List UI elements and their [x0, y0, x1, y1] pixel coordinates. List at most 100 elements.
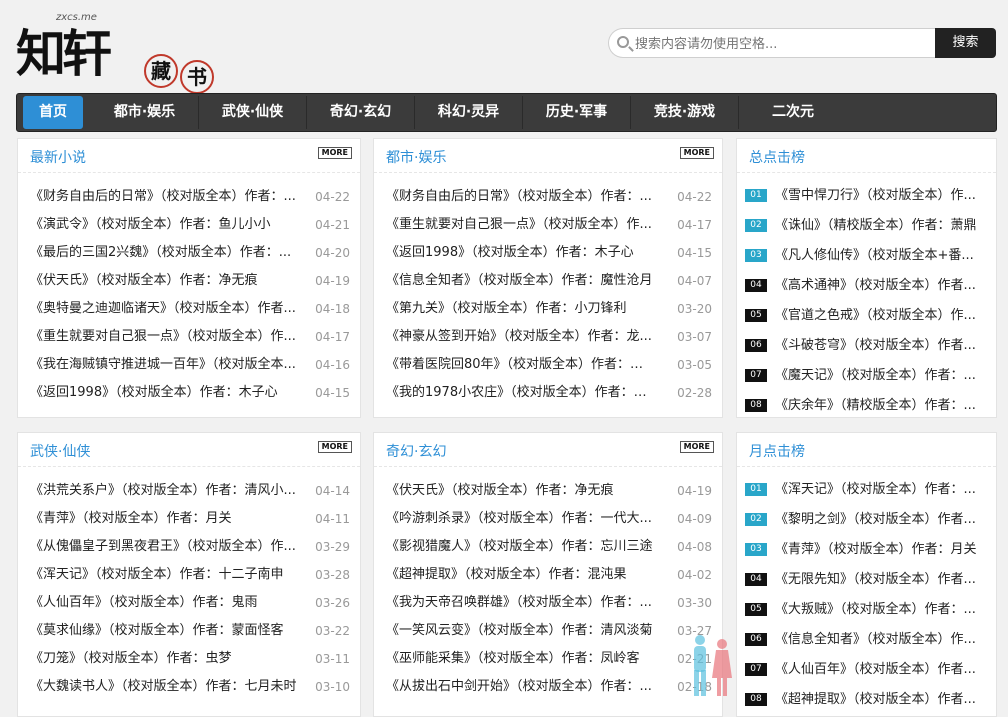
update-date: 04-02 — [677, 568, 712, 582]
book-link[interactable]: 《魔天记》（校对版全本）作者：... — [775, 361, 1003, 391]
list-item: 《巫师能采集》（校对版全本）作者：凤岭客02-21 — [386, 645, 712, 673]
rank-number-badge: 06 — [745, 633, 767, 646]
panel-title[interactable]: 最新小说 — [30, 147, 86, 167]
book-link[interactable]: 《人仙百年》（校对版全本）作者... — [775, 655, 1003, 685]
update-date: 04-21 — [315, 218, 350, 232]
book-link[interactable]: 《返回1998》（校对版全本）作者：木子心 — [386, 239, 656, 267]
list-item: 《我为天帝召唤群雄》（校对版全本）作者：... 03-30 — [386, 589, 712, 617]
book-link[interactable]: 《重生就要对自己狠一点》（校对版全本）作... — [30, 323, 300, 351]
rank-item: 07 《人仙百年》（校对版全本）作者... — [745, 655, 988, 685]
book-link[interactable]: 《刀笼》（校对版全本）作者：虫梦 — [30, 645, 300, 673]
book-list: 《洪荒关系户》（校对版全本）作者：清风小... 04-14 《青萍》（校对版全本）作… — [18, 467, 360, 701]
rank-number-badge: 06 — [745, 339, 767, 352]
update-date: 04-09 — [677, 512, 712, 526]
rank-number-badge: 05 — [745, 603, 767, 616]
book-link[interactable]: 《重生就要对自己狠一点》（校对版全本）作... — [386, 211, 656, 239]
search-bar: 搜索 — [608, 28, 996, 58]
rank-item: 06 《斗破苍穹》（校对版全本）作者... — [745, 331, 988, 361]
book-link[interactable]: 《我在海贼镇守推进城一百年》（校对版全本... — [30, 351, 300, 379]
book-link[interactable]: 《高术通神》（校对版全本）作者... — [775, 271, 1003, 301]
rank-item: 02 《诛仙》（精校版全本）作者：萧鼎 — [745, 211, 988, 241]
book-link[interactable]: 《神豪从签到开始》（校对版全本）作者：龙... — [386, 323, 656, 351]
book-link[interactable]: 《人仙百年》（校对版全本）作者：鬼雨 — [30, 589, 300, 617]
book-link[interactable]: 《信息全知者》（校对版全本）作者：魔性沧月 — [386, 267, 656, 295]
search-box — [608, 28, 936, 58]
book-link[interactable]: 《财务自由后的日常》（校对版全本）作者：... — [386, 183, 656, 211]
more-button[interactable]: MORE — [679, 147, 714, 159]
more-button[interactable]: MORE — [317, 441, 352, 453]
book-link[interactable]: 《浑天记》（校对版全本）作者：十二子南申 — [30, 561, 300, 589]
book-link[interactable]: 《最后的三国2兴魏》（校对版全本）作者：... — [30, 239, 300, 267]
update-date: 04-17 — [315, 330, 350, 344]
nav-item-home[interactable]: 首页 — [23, 96, 83, 129]
list-item: 《返回1998》（校对版全本）作者：木子心 04-15 — [30, 379, 350, 407]
book-link[interactable]: 《无限先知》（校对版全本）作者... — [775, 565, 1003, 595]
nav-item-scifi[interactable]: 科幻·灵异 — [415, 96, 523, 129]
rank-item: 04 《无限先知》（校对版全本）作者... — [745, 565, 988, 595]
book-link[interactable]: 《诛仙》（精校版全本）作者：萧鼎 — [775, 211, 1003, 241]
book-link[interactable]: 《从拔出石中剑开始》（校对版全本）作者：... — [386, 673, 656, 701]
logo-seal-1: 藏 — [144, 54, 178, 88]
book-link[interactable]: 《巫师能采集》（校对版全本）作者：凤岭客 — [386, 645, 656, 673]
book-link[interactable]: 《庆余年》（精校版全本）作者：... — [775, 391, 1003, 421]
book-link[interactable]: 《莫求仙缘》（校对版全本）作者：蒙面怪客 — [30, 617, 300, 645]
nav-item-wuxia[interactable]: 武侠·仙侠 — [199, 96, 307, 129]
book-link[interactable]: 《洪荒关系户》（校对版全本）作者：清风小... — [30, 477, 300, 505]
book-link[interactable]: 《一笑风云变》（校对版全本）作者：清风淡菊 — [386, 617, 656, 645]
panel-title[interactable]: 奇幻·玄幻 — [386, 441, 446, 461]
book-link[interactable]: 《我为天帝召唤群雄》（校对版全本）作者：... — [386, 589, 656, 617]
book-link[interactable]: 《大魏读书人》（校对版全本）作者：七月未时 — [30, 673, 300, 701]
book-link[interactable]: 《从傀儡皇子到黑夜君王》（校对版全本）作... — [30, 533, 300, 561]
list-item: 《最后的三国2兴魏》（校对版全本）作者：... 04-20 — [30, 239, 350, 267]
search-input[interactable] — [635, 34, 925, 54]
book-link[interactable]: 《青萍》（校对版全本）作者：月关 — [775, 535, 1003, 565]
book-link[interactable]: 《雪中悍刀行》（校对版全本）作... — [775, 181, 1003, 211]
book-link[interactable]: 《吟游刺杀录》（校对版全本）作者：一代大... — [386, 505, 656, 533]
book-link[interactable]: 《带着医院回80年》（校对版全本）作者：烤饺 — [386, 351, 656, 379]
book-link[interactable]: 《伏天氏》（校对版全本）作者：净无痕 — [386, 477, 656, 505]
book-link[interactable]: 《浑天记》（校对版全本）作者：... — [775, 475, 1003, 505]
panel-title[interactable]: 都市·娱乐 — [386, 147, 446, 167]
update-date: 03-20 — [677, 302, 712, 316]
book-link[interactable]: 《超神提取》（校对版全本）作者：混沌果 — [386, 561, 656, 589]
nav-item-games[interactable]: 竞技·游戏 — [631, 96, 739, 129]
list-item: 《大魏读书人》（校对版全本）作者：七月未时 03-10 — [30, 673, 350, 701]
list-item: 《第九关》（校对版全本）作者：小刀锋利 03-20 — [386, 295, 712, 323]
nav-item-history[interactable]: 历史·军事 — [523, 96, 631, 129]
rank-item: 01 《浑天记》（校对版全本）作者：... — [745, 475, 988, 505]
list-item: 《从拔出石中剑开始》（校对版全本）作者：...02-18 — [386, 673, 712, 701]
update-date: 03-07 — [677, 330, 712, 344]
more-button[interactable]: MORE — [679, 441, 714, 453]
nav-item-urban[interactable]: 都市·娱乐 — [91, 96, 199, 129]
rank-item: 05 《官道之色戒》（校对版全本）作... — [745, 301, 988, 331]
nav-item-fantasy[interactable]: 奇幻·玄幻 — [307, 96, 415, 129]
panel-title: 月点击榜 — [749, 444, 805, 460]
book-link[interactable]: 《第九关》（校对版全本）作者：小刀锋利 — [386, 295, 656, 323]
more-button[interactable]: MORE — [317, 147, 352, 159]
list-item: 《神豪从签到开始》（校对版全本）作者：龙... 03-07 — [386, 323, 712, 351]
update-date: 03-28 — [315, 568, 350, 582]
book-link[interactable]: 《超神提取》（校对版全本）作者... — [775, 685, 1003, 715]
nav-item-acg[interactable]: 二次元 — [739, 96, 847, 129]
book-link[interactable]: 《斗破苍穹》（校对版全本）作者... — [775, 331, 1003, 361]
book-link[interactable]: 《信息全知者》（校对版全本）作... — [775, 625, 1003, 655]
book-link[interactable]: 《返回1998》（校对版全本）作者：木子心 — [30, 379, 300, 407]
book-link[interactable]: 《演武令》（校对版全本）作者：鱼儿小小 — [30, 211, 300, 239]
book-link[interactable]: 《财务自由后的日常》（校对版全本）作者：... — [30, 183, 300, 211]
search-button[interactable]: 搜索 — [935, 28, 996, 58]
update-date: 04-22 — [315, 190, 350, 204]
book-link[interactable]: 《大叛贼》（校对版全本）作者：... — [775, 595, 1003, 625]
book-link[interactable]: 《凡人修仙传》（校对版全本+番... — [775, 241, 1003, 271]
book-link[interactable]: 《我的1978小农庄》（校对版全本）作者：名窑 — [386, 379, 656, 407]
update-date: 03-05 — [677, 358, 712, 372]
update-date: 03-26 — [315, 596, 350, 610]
book-link[interactable]: 《黎明之剑》（校对版全本）作者... — [775, 505, 1003, 535]
book-link[interactable]: 《影视猎魔人》（校对版全本）作者：忘川三途 — [386, 533, 656, 561]
book-link[interactable]: 《伏天氏》（校对版全本）作者：净无痕 — [30, 267, 300, 295]
book-link[interactable]: 《官道之色戒》（校对版全本）作... — [775, 301, 1003, 331]
site-logo[interactable]: 知轩 zxcs.me 藏 书 — [16, 10, 216, 94]
book-link[interactable]: 《青萍》（校对版全本）作者：月关 — [30, 505, 300, 533]
book-link[interactable]: 《奥特曼之迪迦临诸天》（校对版全本）作者... — [30, 295, 300, 323]
list-item: 《人仙百年》（校对版全本）作者：鬼雨 03-26 — [30, 589, 350, 617]
panel-title[interactable]: 武侠·仙侠 — [30, 441, 90, 461]
